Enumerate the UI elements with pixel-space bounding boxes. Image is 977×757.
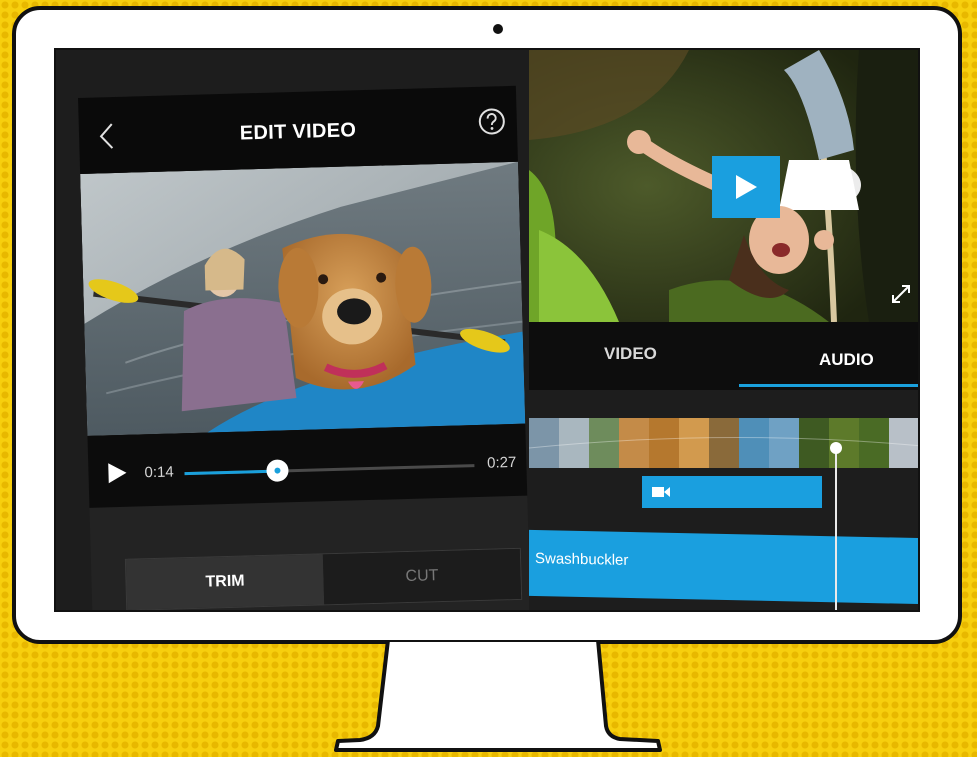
trim-cut-toggle: TRIM CUT (124, 547, 523, 610)
media-tabs: VIDEO AUDIO (529, 322, 918, 390)
timeline: Swashbuckler (529, 390, 918, 610)
big-play-button[interactable] (712, 156, 780, 218)
page-title: EDIT VIDEO (239, 119, 357, 145)
audio-track[interactable]: Swashbuckler (529, 529, 918, 605)
playhead[interactable] (830, 442, 842, 610)
monitor-screen: EDIT VIDEO 0:14 0:27 TRIM CUT VIDEO AUDI… (54, 48, 920, 612)
tab-audio[interactable]: AUDIO (819, 350, 874, 370)
playhead-handle[interactable] (830, 442, 842, 454)
filmstrip-thumbnails (529, 418, 918, 468)
monitor-frame: EDIT VIDEO 0:14 0:27 TRIM CUT VIDEO AUDI… (12, 6, 962, 644)
play-icon (736, 175, 757, 199)
playback-controls: 0:14 0:27 (87, 423, 528, 508)
total-time: 0:27 (486, 453, 517, 472)
webcam-dot (493, 24, 503, 34)
video-preview-swing[interactable] (529, 50, 918, 322)
kayak-dog-photo (80, 161, 526, 436)
cut-tab[interactable]: CUT (322, 548, 522, 605)
video-clip-bar[interactable] (642, 476, 822, 508)
active-tab-indicator (739, 384, 918, 387)
timeline-editor-panel: VIDEO AUDIO Swashbuckler (529, 50, 918, 610)
scrubber-progress (184, 469, 278, 476)
tab-video[interactable]: VIDEO (604, 344, 657, 364)
fullscreen-button[interactable] (889, 282, 913, 306)
video-camera-icon (652, 487, 670, 497)
video-preview-kayak-dog[interactable] (80, 161, 526, 436)
current-time: 0:14 (144, 463, 174, 482)
question-circle-icon (478, 108, 505, 135)
play-icon (108, 463, 127, 484)
audio-track-name: Swashbuckler (535, 550, 629, 569)
help-button[interactable] (476, 106, 507, 137)
edit-video-panel: EDIT VIDEO 0:14 0:27 TRIM CUT (56, 50, 531, 610)
scrubber-track[interactable] (184, 459, 475, 482)
scrubber-handle[interactable] (265, 459, 289, 482)
phone-screen: EDIT VIDEO 0:14 0:27 TRIM CUT (78, 85, 531, 610)
expand-icon (892, 285, 910, 303)
play-button[interactable] (106, 461, 129, 486)
video-filmstrip[interactable] (529, 418, 918, 468)
edit-header: EDIT VIDEO (78, 85, 518, 174)
trim-tab[interactable]: TRIM (125, 554, 325, 610)
monitor-stand (334, 640, 662, 752)
